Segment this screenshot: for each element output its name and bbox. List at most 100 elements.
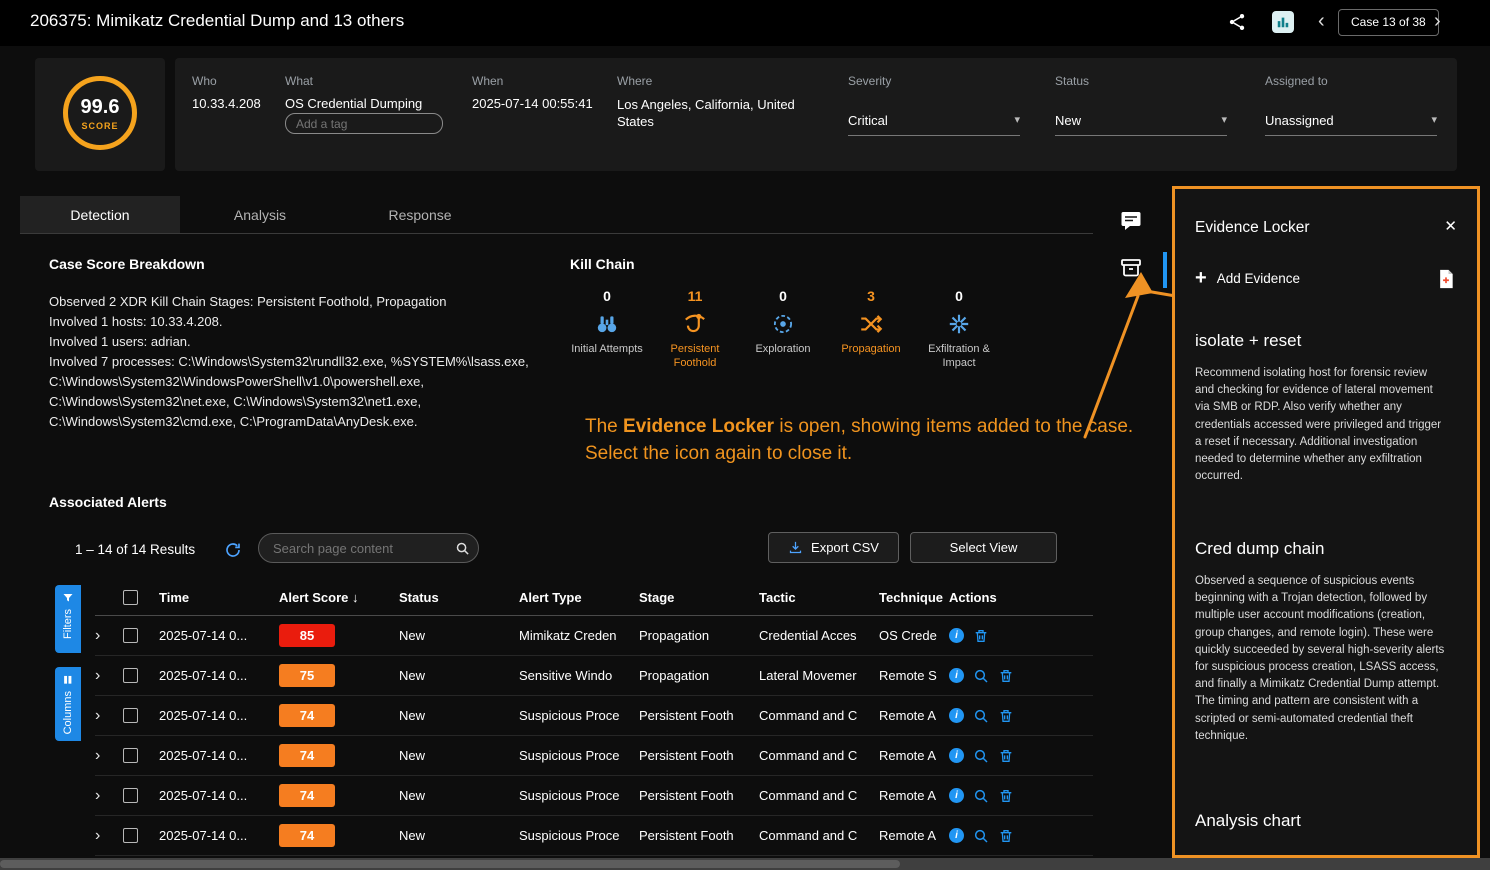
share-icon[interactable]	[1224, 9, 1250, 35]
delete-icon[interactable]	[998, 708, 1014, 724]
case-score-label: SCORE	[81, 121, 118, 131]
filter-icon	[62, 592, 74, 604]
search-input[interactable]	[259, 541, 455, 556]
notes-icon[interactable]	[1119, 209, 1145, 235]
horizontal-scrollbar[interactable]	[0, 858, 1490, 870]
info-icon[interactable]: i	[949, 828, 964, 843]
alert-score-badge: 74	[279, 704, 335, 727]
alert-stage: Persistent Footh	[639, 828, 759, 843]
annotation-bold: Evidence Locker	[623, 416, 774, 437]
tab-analysis[interactable]: Analysis	[180, 196, 340, 233]
stage-label: Exploration	[739, 342, 827, 356]
select-view-button[interactable]: Select View	[910, 532, 1057, 563]
expand-row-icon[interactable]: ›	[95, 707, 100, 724]
top-header: 206375: Mimikatz Credential Dump and 13 …	[0, 0, 1490, 46]
close-icon[interactable]: ✕	[1444, 217, 1457, 235]
alert-time: 2025-07-14 0...	[159, 628, 279, 643]
alert-stage: Persistent Footh	[639, 708, 759, 723]
evidence-locker-title: Evidence Locker	[1195, 219, 1310, 237]
add-file-icon[interactable]	[1437, 269, 1455, 289]
severity-select[interactable]: Critical ▾	[848, 113, 1020, 136]
row-checkbox[interactable]	[123, 628, 138, 643]
columns-side-tab[interactable]: Columns	[55, 667, 81, 741]
row-checkbox[interactable]	[123, 828, 138, 843]
col-stage[interactable]: Stage	[639, 590, 759, 605]
caret-down-icon: ▾	[1431, 113, 1437, 128]
select-all-checkbox[interactable]	[123, 590, 138, 605]
export-csv-button[interactable]: Export CSV	[768, 532, 899, 563]
alert-technique: Remote A	[879, 748, 949, 763]
search-icon[interactable]	[455, 541, 470, 556]
investigate-icon[interactable]	[973, 668, 989, 684]
alert-tactic: Command and C	[759, 748, 879, 763]
row-checkbox[interactable]	[123, 708, 138, 723]
info-icon[interactable]: i	[949, 708, 964, 723]
tab-detection[interactable]: Detection	[20, 196, 180, 233]
next-case-chevron-icon[interactable]: ›	[1434, 8, 1441, 34]
kill-chain-stages: 0 Initial Attempts 11 Persistent Foothol…	[563, 288, 1003, 370]
info-icon[interactable]: i	[949, 748, 964, 763]
row-checkbox[interactable]	[123, 748, 138, 763]
expand-row-icon[interactable]: ›	[95, 627, 100, 644]
row-checkbox[interactable]	[123, 788, 138, 803]
table-row[interactable]: › 2025-07-14 0... 85 New Mimikatz Creden…	[95, 616, 1093, 656]
table-row[interactable]: › 2025-07-14 0... 74 New Suspicious Proc…	[95, 776, 1093, 816]
row-checkbox[interactable]	[123, 668, 138, 683]
table-row[interactable]: › 2025-07-14 0... 74 New Suspicious Proc…	[95, 696, 1093, 736]
col-time[interactable]: Time	[159, 590, 279, 605]
status-select[interactable]: New ▾	[1055, 113, 1227, 136]
info-icon[interactable]: i	[949, 668, 964, 683]
delete-icon[interactable]	[998, 748, 1014, 764]
stage-propagation: 3 Propagation	[827, 288, 915, 370]
table-row[interactable]: › 2025-07-14 0... 74 New Suspicious Proc…	[95, 816, 1093, 856]
investigate-icon[interactable]	[973, 788, 989, 804]
delete-icon[interactable]	[973, 628, 989, 644]
evidence-item-body: Recommend isolating host for forensic re…	[1195, 365, 1449, 485]
when-label: When	[472, 74, 503, 88]
expand-row-icon[interactable]: ›	[95, 667, 100, 684]
filters-side-tab[interactable]: Filters	[55, 585, 81, 653]
alert-status: New	[399, 748, 519, 763]
info-icon[interactable]: i	[949, 628, 964, 643]
prev-case-chevron-icon[interactable]: ‹	[1318, 8, 1325, 34]
investigate-icon[interactable]	[973, 828, 989, 844]
alert-technique: OS Crede	[879, 628, 949, 643]
alert-time: 2025-07-14 0...	[159, 668, 279, 683]
alert-stage: Propagation	[639, 628, 759, 643]
evidence-item-title[interactable]: Analysis chart	[1195, 811, 1301, 831]
table-row[interactable]: › 2025-07-14 0... 74 New Suspicious Proc…	[95, 736, 1093, 776]
col-alert-score[interactable]: Alert Score ↓	[279, 590, 399, 605]
col-technique[interactable]: Technique	[879, 590, 949, 605]
delete-icon[interactable]	[998, 828, 1014, 844]
stage-count: 0	[915, 288, 1003, 304]
investigate-icon[interactable]	[973, 708, 989, 724]
expand-row-icon[interactable]: ›	[95, 787, 100, 804]
when-value: 2025-07-14 00:55:41	[472, 96, 593, 111]
evidence-item-title[interactable]: isolate + reset	[1195, 331, 1301, 351]
col-tactic[interactable]: Tactic	[759, 590, 879, 605]
chart-view-icon[interactable]	[1272, 11, 1294, 33]
col-status[interactable]: Status	[399, 590, 519, 605]
assigned-select[interactable]: Unassigned ▾	[1265, 113, 1437, 136]
expand-row-icon[interactable]: ›	[95, 747, 100, 764]
expand-row-icon[interactable]: ›	[95, 827, 100, 844]
evidence-locker-icon[interactable]	[1119, 256, 1145, 282]
breakdown-line: Observed 2 XDR Kill Chain Stages: Persis…	[49, 292, 531, 312]
tab-response[interactable]: Response	[340, 196, 500, 233]
delete-icon[interactable]	[998, 788, 1014, 804]
table-header-row: Time Alert Score ↓ Status Alert Type Sta…	[95, 580, 1093, 616]
alert-technique: Remote S	[879, 668, 949, 683]
delete-icon[interactable]	[998, 668, 1014, 684]
scrollbar-thumb[interactable]	[0, 860, 900, 868]
shuffle-arrows-icon	[858, 311, 884, 337]
col-alert-type[interactable]: Alert Type	[519, 590, 639, 605]
assigned-label: Assigned to	[1265, 74, 1328, 88]
add-tag-input[interactable]	[285, 113, 443, 134]
info-icon[interactable]: i	[949, 788, 964, 803]
investigate-icon[interactable]	[973, 748, 989, 764]
evidence-item-title[interactable]: Cred dump chain	[1195, 539, 1324, 559]
alert-stage: Persistent Footh	[639, 748, 759, 763]
add-evidence-button[interactable]: + Add Evidence	[1195, 269, 1300, 287]
refresh-icon[interactable]	[224, 541, 242, 559]
table-row[interactable]: › 2025-07-14 0... 75 New Sensitive Windo…	[95, 656, 1093, 696]
